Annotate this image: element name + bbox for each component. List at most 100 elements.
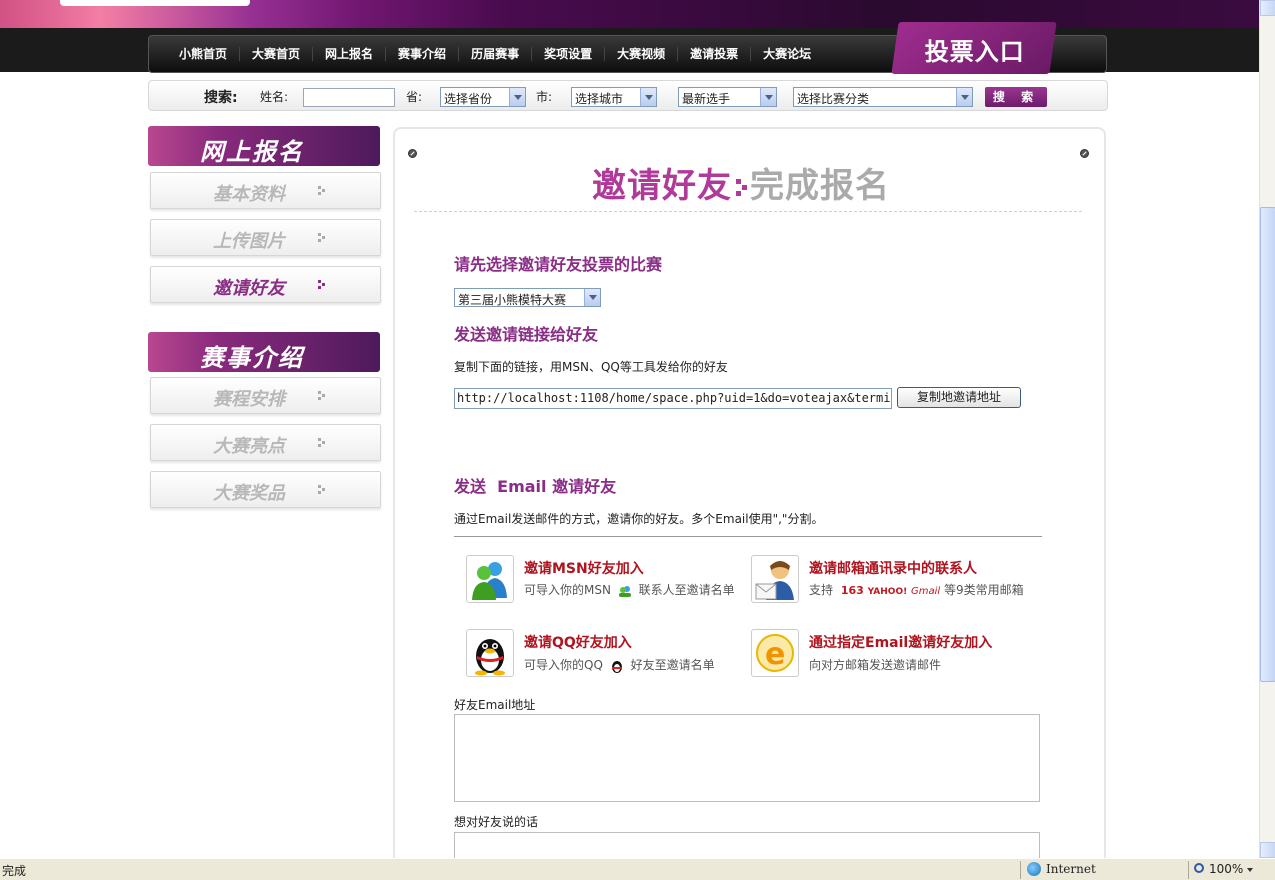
divider xyxy=(414,211,1082,212)
divider xyxy=(454,536,1042,537)
province-select[interactable]: 选择省份 xyxy=(440,87,526,107)
svg-text:e: e xyxy=(765,637,785,672)
invite-msn-sub: 可导入你的MSN 联系人至邀请名单 xyxy=(524,581,735,598)
player-select-value: 最新选手 xyxy=(682,92,731,106)
invite-email-sub: 向对方邮箱发送邀请邮件 xyxy=(809,658,942,672)
city-label: 市: xyxy=(536,90,553,104)
page-title-rest: 完成报名 xyxy=(750,166,890,206)
vote-entry-label: 投票入口 xyxy=(924,38,1025,66)
choose-contest-heading: 请先选择邀请好友投票的比赛 xyxy=(454,255,663,274)
message-textarea[interactable] xyxy=(454,832,1040,858)
nav-invite-vote[interactable]: 邀请投票 xyxy=(678,47,752,61)
nav-awards[interactable]: 奖项设置 xyxy=(532,47,606,61)
invite-addressbook-sub: 支持 163 YAHOO! Gmail 等9类常用邮箱 xyxy=(809,581,1024,598)
search-button[interactable]: 搜 索 xyxy=(985,87,1047,107)
send-link-heading: 发送邀请链接给好友 xyxy=(454,325,599,344)
nav-home[interactable]: 小熊首页 xyxy=(167,47,241,61)
msn-buddy-icon xyxy=(618,585,632,597)
msn-icon[interactable] xyxy=(466,555,514,603)
arrow-dots-icon xyxy=(318,485,327,494)
logo-yahoo: YAHOO! xyxy=(867,587,908,597)
zone-cell: Internet xyxy=(1020,861,1185,879)
step-arrow-icon xyxy=(734,178,748,197)
chevron-down-icon xyxy=(640,88,656,106)
vote-entry-button[interactable]: 投票入口 xyxy=(891,22,1057,74)
sidebar-item-highlights[interactable]: 大赛亮点 xyxy=(150,424,381,461)
status-text: 完成 xyxy=(2,864,27,878)
nav-video[interactable]: 大赛视频 xyxy=(605,47,679,61)
arrow-dots-icon xyxy=(318,391,327,400)
invite-msn-link[interactable]: 邀请MSN好友加入 xyxy=(524,558,644,578)
invite-qq-link[interactable]: 邀请QQ好友加入 xyxy=(524,632,632,652)
search-bar: 搜索: 姓名: 省: 选择省份 市: 选择城市 最新选手 选择比赛分类 搜 索 xyxy=(148,80,1108,111)
search-title: 搜索: xyxy=(204,90,238,106)
invite-addressbook-sub-a: 支持 xyxy=(809,583,834,597)
chevron-down-icon xyxy=(1247,868,1253,872)
province-label: 省: xyxy=(406,90,423,104)
scroll-down-button[interactable] xyxy=(1260,842,1275,858)
browser-status-bar: 完成 Internet 100% xyxy=(0,858,1275,880)
pin-icon xyxy=(1080,149,1089,158)
copy-hint: 复制下面的链接，用MSN、QQ等工具发给你的好友 xyxy=(454,360,728,374)
invite-email-link[interactable]: 通过指定Email邀请好友加入 xyxy=(809,632,992,652)
sidebar-item-label: 邀请好友 xyxy=(213,278,285,299)
invite-link-field[interactable]: http://localhost:1108/home/space.php?uid… xyxy=(454,388,892,409)
intro-section-header: 赛事介绍 xyxy=(148,332,380,372)
zoom-cell[interactable]: 100% xyxy=(1188,861,1258,879)
sidebar-item-prizes[interactable]: 大赛奖品 xyxy=(150,471,381,508)
sidebar-item-label: 大赛亮点 xyxy=(213,436,285,457)
email-hint: 通过Email发送邮件的方式，邀请你的好友。多个Email使用","分割。 xyxy=(454,512,824,526)
invite-msn-sub-b: 联系人至邀请名单 xyxy=(638,583,735,597)
nav-forum[interactable]: 大赛论坛 xyxy=(751,47,823,61)
nav-history[interactable]: 历届赛事 xyxy=(459,47,533,61)
globe-icon xyxy=(1027,862,1041,876)
player-select[interactable]: 最新选手 xyxy=(678,87,777,107)
arrow-dots-icon xyxy=(318,233,327,242)
email-invite-heading: 发送 Email 邀请好友 xyxy=(454,477,617,496)
zoom-icon xyxy=(1194,863,1204,873)
signup-section-title: 网上报名 xyxy=(200,138,304,166)
arrow-dots-icon xyxy=(318,438,327,447)
page-title-active: 邀请好友 xyxy=(592,166,732,206)
chevron-down-icon xyxy=(584,289,600,306)
name-input[interactable] xyxy=(303,88,395,107)
signup-section-header: 网上报名 xyxy=(148,126,380,166)
city-select[interactable]: 选择城市 xyxy=(571,87,657,107)
invite-addressbook-link[interactable]: 邀请邮箱通讯录中的联系人 xyxy=(809,558,977,578)
sidebar-item-schedule[interactable]: 赛程安排 xyxy=(150,377,381,414)
message-label: 想对好友说的话 xyxy=(454,815,539,829)
nav-contest-home[interactable]: 大赛首页 xyxy=(240,47,314,61)
page-title: 邀请好友 完成报名 xyxy=(592,158,890,207)
email-e-icon[interactable]: e xyxy=(751,629,799,677)
invite-qq-sub: 可导入你的QQ 好友至邀请名单 xyxy=(524,656,715,673)
address-book-icon[interactable] xyxy=(751,555,799,603)
contest-select[interactable]: 第三届小熊模特大赛 xyxy=(454,288,601,307)
sidebar-item-label: 基本资料 xyxy=(213,184,285,205)
site-banner xyxy=(0,0,1259,28)
vertical-scrollbar[interactable] xyxy=(1259,0,1275,858)
invite-addressbook-sub-b: 等9类常用邮箱 xyxy=(944,583,1024,597)
nav-intro[interactable]: 赛事介绍 xyxy=(386,47,460,61)
scroll-thumb[interactable] xyxy=(1260,207,1275,682)
nav-signup[interactable]: 网上报名 xyxy=(313,47,387,61)
category-select-value: 选择比赛分类 xyxy=(797,92,870,106)
category-select[interactable]: 选择比赛分类 xyxy=(793,87,973,107)
chevron-down-icon xyxy=(956,88,972,106)
chevron-down-icon xyxy=(760,88,776,106)
sidebar-item-label: 上传图片 xyxy=(213,231,285,252)
friend-email-textarea[interactable] xyxy=(454,714,1040,802)
sidebar-item-upload-photo[interactable]: 上传图片 xyxy=(150,219,381,256)
zoom-level: 100% xyxy=(1209,862,1244,876)
scroll-up-button[interactable] xyxy=(1260,0,1275,16)
qq-penguin-icon[interactable] xyxy=(466,629,514,677)
invite-msn-sub-a: 可导入你的MSN xyxy=(524,583,611,597)
sidebar-item-invite-friends[interactable]: 邀请好友 xyxy=(150,266,381,303)
sidebar-item-label: 大赛奖品 xyxy=(213,483,285,504)
zone-label: Internet xyxy=(1046,862,1096,876)
sidebar-item-label: 赛程安排 xyxy=(213,389,285,410)
contest-select-value: 第三届小熊模特大赛 xyxy=(458,293,567,307)
province-select-value: 选择省份 xyxy=(444,92,493,106)
copy-link-button[interactable]: 复制地邀请地址 xyxy=(897,387,1021,408)
sidebar-item-basic-info[interactable]: 基本资料 xyxy=(150,172,381,209)
qq-small-icon xyxy=(610,659,624,673)
